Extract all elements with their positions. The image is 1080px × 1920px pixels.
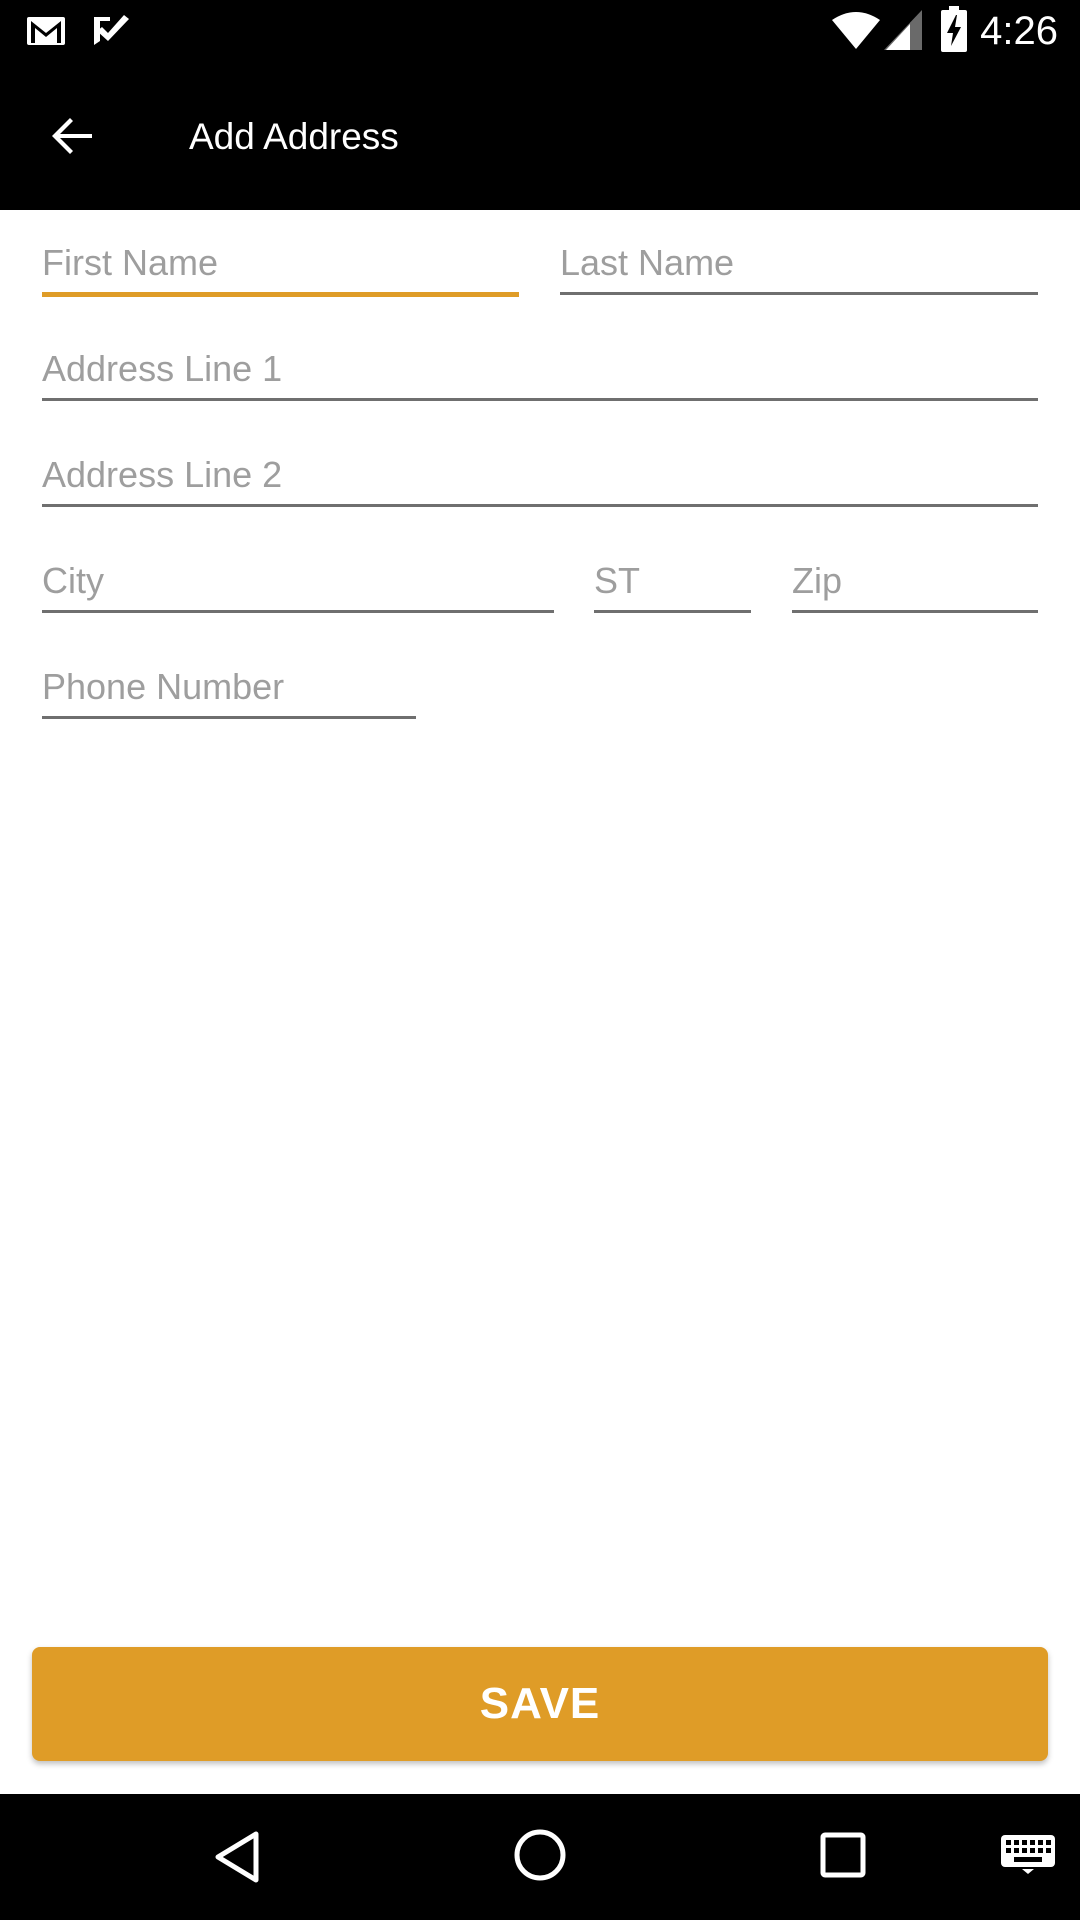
phone-number-field [42, 662, 416, 719]
address-line-1-input[interactable] [42, 344, 1038, 394]
signal-icon [884, 10, 922, 50]
wifi-icon [832, 12, 880, 49]
phone-number-input[interactable] [42, 662, 416, 712]
first-name-input[interactable] [42, 238, 519, 288]
state-field [594, 556, 751, 613]
page-title: Add Address [189, 116, 399, 157]
keyboard-icon[interactable] [1000, 1834, 1056, 1874]
first-name-field [42, 238, 519, 297]
navigation-bar [0, 1794, 1080, 1920]
city-field [42, 556, 554, 613]
status-time: 4:26 [980, 9, 1058, 53]
last-name-field [560, 238, 1038, 295]
address-line-1-field [42, 344, 1038, 401]
zip-field [792, 556, 1038, 613]
state-input[interactable] [594, 556, 751, 606]
gmail-icon [27, 17, 65, 45]
save-button[interactable]: SAVE [32, 1647, 1048, 1761]
save-button-label: SAVE [479, 1679, 601, 1728]
address-line-2-field [42, 450, 1038, 507]
last-name-input[interactable] [560, 238, 1038, 288]
city-input[interactable] [42, 556, 554, 606]
zip-input[interactable] [792, 556, 1038, 606]
arrow-back-icon [52, 118, 92, 154]
home-circle-icon[interactable] [513, 1828, 567, 1882]
address-line-2-input[interactable] [42, 450, 1038, 500]
status-bar: 4:26 [0, 0, 1080, 63]
recents-square-icon[interactable] [820, 1832, 866, 1878]
battery-charging-icon [941, 6, 967, 52]
task-check-icon [94, 15, 129, 45]
back-triangle-icon[interactable] [212, 1830, 262, 1884]
app-bar: Add Address [0, 63, 1080, 210]
back-button[interactable] [44, 107, 102, 165]
